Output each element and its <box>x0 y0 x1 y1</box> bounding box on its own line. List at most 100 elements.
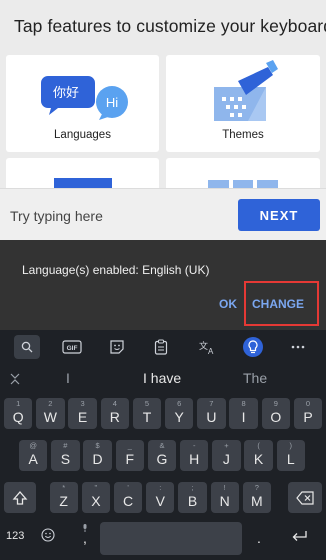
key-label: O <box>270 408 282 425</box>
key-label: M <box>251 492 263 509</box>
svg-text:文: 文 <box>199 340 208 352</box>
keyboard: GIF 文A I I have The 1Q2W3E4R5T6Y7U8I9O0P… <box>0 330 326 560</box>
key-label: B <box>187 492 198 509</box>
key-label: V <box>155 492 165 509</box>
key-hint: * <box>62 483 66 492</box>
suggestion-center[interactable]: I have <box>143 370 181 386</box>
key-hint: _ <box>127 441 132 450</box>
key-hint: 7 <box>209 399 214 408</box>
key-o[interactable]: 9O <box>261 398 290 429</box>
comma-key[interactable]: , <box>75 522 95 555</box>
key-hint: " <box>94 483 98 492</box>
key-s[interactable]: # S <box>51 440 80 471</box>
enter-icon[interactable] <box>291 530 309 549</box>
key-label: N <box>219 492 230 509</box>
key-w[interactable]: 2W <box>36 398 65 429</box>
emoji-icon[interactable] <box>41 528 55 547</box>
key-e[interactable]: 3E <box>68 398 97 429</box>
translate-icon[interactable]: 文A <box>194 335 220 359</box>
key-hint: 3 <box>80 399 85 408</box>
key-r[interactable]: 4R <box>100 398 129 429</box>
languages-card[interactable]: 你好 Hi Languages <box>6 55 159 152</box>
svg-text:GIF: GIF <box>67 345 78 352</box>
key-label: P <box>303 408 313 425</box>
shift-key[interactable] <box>4 482 36 513</box>
key-label: Z <box>59 492 68 509</box>
key-x[interactable]: " X <box>81 482 111 513</box>
key-p[interactable]: 0P <box>293 398 323 429</box>
themes-card[interactable]: Themes <box>166 55 320 152</box>
period-key[interactable]: . <box>252 522 266 555</box>
key-label: F <box>125 450 135 467</box>
svg-text:A: A <box>208 347 214 355</box>
gif-icon[interactable]: GIF <box>59 335 85 359</box>
key-label: T <box>142 408 152 425</box>
key-a[interactable]: @ A <box>19 440 48 471</box>
suggestion-left[interactable]: I <box>66 370 70 386</box>
suggestion-right[interactable]: The <box>243 370 267 386</box>
key-hint: - <box>192 441 196 450</box>
key-label: E <box>77 408 88 425</box>
key-j[interactable]: + J <box>212 440 241 471</box>
key-label: X <box>91 492 101 509</box>
key-d[interactable]: $ D <box>83 440 112 471</box>
key-i[interactable]: 8I <box>229 398 258 429</box>
bubble-right-text: Hi <box>106 95 118 110</box>
numbers-key[interactable]: 123 <box>6 530 24 542</box>
space-bar[interactable] <box>100 522 242 555</box>
key-hint: : <box>159 483 162 492</box>
key-hint: ; <box>191 483 194 492</box>
key-hint: 9 <box>273 399 278 408</box>
key-hint: @ <box>29 441 37 450</box>
sticker-icon[interactable] <box>104 335 130 359</box>
key-y[interactable]: 6Y <box>165 398 194 429</box>
backspace-key[interactable] <box>288 482 322 513</box>
clipboard-icon[interactable] <box>148 335 174 359</box>
key-hint: 0 <box>305 399 311 408</box>
key-k[interactable]: (K <box>244 440 273 471</box>
key-label: C <box>123 492 134 509</box>
themes-paintbrush-icon <box>214 60 278 121</box>
key-b[interactable]: ; B <box>178 482 207 513</box>
key-c[interactable]: ' C <box>113 482 143 513</box>
key-label: S <box>60 450 71 467</box>
key-t[interactable]: 5T <box>132 398 162 429</box>
search-icon[interactable] <box>14 335 40 359</box>
comma-label: , <box>83 530 87 546</box>
ok-button[interactable]: OK <box>219 297 237 311</box>
key-hint: 1 <box>16 399 21 408</box>
key-hint: ( <box>257 441 260 450</box>
theme-bulb-icon[interactable] <box>240 335 266 359</box>
key-m[interactable]: ? M <box>242 482 272 513</box>
try-typing-input[interactable]: Try typing here <box>10 208 103 224</box>
snackbar-message: Language(s) enabled: English (UK) <box>22 263 210 277</box>
key-label: L <box>286 450 295 467</box>
key-label: J <box>222 450 230 467</box>
key-n[interactable]: ! N <box>210 482 239 513</box>
key-z[interactable]: * Z <box>49 482 78 513</box>
key-v[interactable]: :V <box>146 482 175 513</box>
shift-icon <box>12 490 28 505</box>
key-q[interactable]: 1Q <box>4 398 33 429</box>
collapse-icon[interactable] <box>9 372 21 390</box>
more-icon[interactable] <box>285 335 311 359</box>
key-l[interactable]: ) L <box>276 440 305 471</box>
bubble-left-text: 你好 <box>53 86 79 101</box>
key-h[interactable]: -H <box>180 440 209 471</box>
highlight-box <box>244 281 319 326</box>
key-u[interactable]: 7U <box>197 398 226 429</box>
key-g[interactable]: & G <box>147 440 177 471</box>
key-hint: 6 <box>177 399 182 408</box>
key-label: H <box>189 450 200 467</box>
key-label: G <box>156 450 168 467</box>
keyboard-toolbar: GIF 文A <box>0 330 326 364</box>
key-hint: ! <box>223 483 226 492</box>
languages-label: Languages <box>54 129 111 141</box>
key-label: K <box>253 450 264 467</box>
languages-illustration-icon: 你好 Hi <box>41 76 128 120</box>
key-hint: ) <box>289 441 293 450</box>
key-f[interactable]: _ F <box>115 440 144 471</box>
typing-bar: Try typing here NEXT <box>0 188 326 240</box>
next-button[interactable]: NEXT <box>238 199 320 231</box>
key-label: W <box>43 408 57 425</box>
